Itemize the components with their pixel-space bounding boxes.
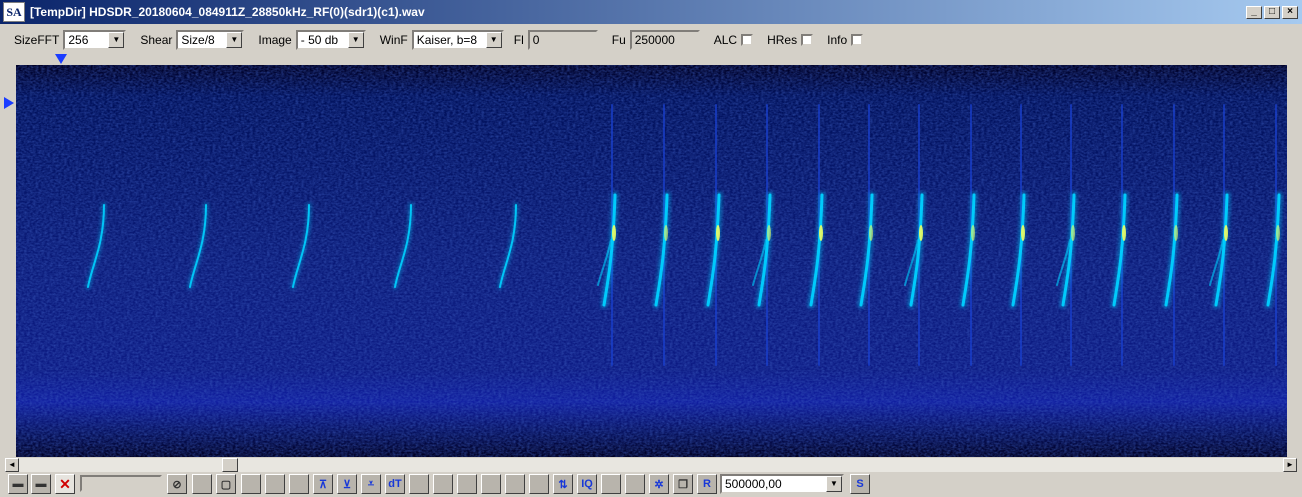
chirp-peak — [1276, 225, 1280, 241]
horizontal-scrollbar[interactable]: ◄ ► — [5, 458, 1297, 472]
chirp-peak — [919, 225, 923, 241]
chirp-peak — [664, 225, 668, 241]
square-icon[interactable]: ▢ — [216, 474, 236, 494]
arrow-down-icon[interactable]: ⊻ — [337, 474, 357, 494]
toolbar-button-11[interactable] — [601, 474, 621, 494]
toolbar-button-12[interactable] — [625, 474, 645, 494]
iq-button[interactable]: IQ — [577, 474, 597, 494]
app-icon[interactable]: SA — [3, 2, 25, 22]
info-label: Info — [827, 33, 848, 47]
frequency-marker-icon[interactable] — [55, 54, 67, 64]
alc-checkbox[interactable] — [741, 34, 754, 46]
info-checkbox[interactable] — [851, 34, 864, 46]
time-marker-icon[interactable] — [4, 97, 14, 109]
s-button[interactable]: S — [850, 474, 870, 494]
save-icon[interactable]: ▬ — [31, 474, 51, 494]
winf-select[interactable]: Kaiser, b=8 ▼ — [411, 30, 504, 50]
chirp-peak — [819, 225, 823, 241]
hres-label: HRes — [767, 33, 798, 47]
dt-button[interactable]: dT — [385, 474, 405, 494]
bottom-toolbar: ▬ ▬ ✕ ⊘ ▢ ⊼ ⊻ ⩡ dT ⇅ IQ ✲ ❐ R 500000,00 … — [0, 472, 1302, 496]
toolbar-button-5[interactable] — [409, 474, 429, 494]
image-value: - 50 db — [300, 33, 339, 47]
toolbar-button-9[interactable] — [505, 474, 525, 494]
open-icon[interactable]: ▬ — [8, 474, 28, 494]
toolbar-button-8[interactable] — [481, 474, 501, 494]
double-arrow-icon[interactable]: ⩡ — [361, 474, 381, 494]
toolbar-button-2[interactable] — [241, 474, 261, 494]
r-button[interactable]: R — [697, 474, 717, 494]
shear-select[interactable]: Size/8 ▼ — [176, 30, 245, 50]
dropdown-arrow-icon[interactable]: ▼ — [485, 32, 502, 48]
chirp-peak — [1122, 225, 1126, 241]
sizefft-label: SizeFFT — [14, 33, 60, 47]
maximize-icon[interactable]: □ — [1264, 6, 1280, 19]
chirp-peak — [1174, 225, 1178, 241]
toolbar-button-3[interactable] — [265, 474, 285, 494]
chirp-peak — [869, 225, 873, 241]
toolbar-button-6[interactable] — [433, 474, 453, 494]
chirp-peak — [767, 225, 771, 241]
gear-icon[interactable]: ✲ — [649, 474, 669, 494]
rate-value: 500000,00 — [725, 477, 782, 491]
toolbar-button-7[interactable] — [457, 474, 477, 494]
fu-field[interactable]: 250000 — [629, 30, 700, 50]
alc-label: ALC — [713, 33, 738, 47]
controls-toolbar: SizeFFT 256 ▼ Shear Size/8 ▼ Image - 50 … — [0, 26, 1302, 54]
hres-checkbox[interactable] — [801, 34, 814, 46]
window-title: [TempDir] HDSDR_20180604_084911Z_28850kH… — [30, 5, 425, 19]
toolbar-button-1[interactable] — [192, 474, 212, 494]
spectrogram-noise — [16, 65, 1287, 457]
shear-value: Size/8 — [181, 33, 215, 47]
chirp-peak — [1071, 225, 1075, 241]
scroll-thumb[interactable] — [222, 458, 238, 472]
rate-select[interactable]: 500000,00 ▼ — [720, 474, 844, 494]
winf-value: Kaiser, b=8 — [416, 33, 478, 47]
close-red-x-icon[interactable]: ✕ — [55, 474, 75, 494]
sizefft-select[interactable]: 256 ▼ — [63, 30, 127, 50]
chirp-peak — [716, 225, 720, 241]
sizefft-value: 256 — [68, 33, 89, 47]
window-buttons: _ □ × — [1246, 6, 1298, 19]
spectrogram-canvas[interactable] — [16, 65, 1287, 457]
toolbar-button-10[interactable] — [529, 474, 549, 494]
arrow-up-icon[interactable]: ⊼ — [313, 474, 333, 494]
chirp-peak — [1021, 225, 1025, 241]
shear-label: Shear — [140, 33, 173, 47]
fl-label: Fl — [513, 33, 524, 47]
image-label: Image — [258, 33, 292, 47]
fl-field[interactable]: 0 — [527, 30, 598, 50]
scroll-left-icon[interactable]: ◄ — [5, 458, 19, 472]
copy-icon[interactable]: ❐ — [673, 474, 693, 494]
dropdown-arrow-icon[interactable]: ▼ — [226, 32, 243, 48]
close-icon[interactable]: × — [1282, 6, 1298, 19]
dropdown-arrow-icon[interactable]: ▼ — [826, 476, 842, 492]
chirp-peak — [1224, 225, 1228, 241]
toolbar-button-4[interactable] — [289, 474, 309, 494]
status-field — [80, 475, 162, 492]
chirp-peak — [612, 225, 616, 241]
fu-label: Fu — [611, 33, 626, 47]
image-select[interactable]: - 50 db ▼ — [295, 30, 366, 50]
stop-icon[interactable]: ⊘ — [167, 474, 187, 494]
winf-label: WinF — [379, 33, 408, 47]
scroll-right-icon[interactable]: ► — [1283, 458, 1297, 472]
up-down-arrows-icon[interactable]: ⇅ — [553, 474, 573, 494]
chirp-peak — [971, 225, 975, 241]
title-bar: SA [TempDir] HDSDR_20180604_084911Z_2885… — [0, 0, 1302, 24]
minimize-icon[interactable]: _ — [1246, 6, 1262, 19]
dropdown-arrow-icon[interactable]: ▼ — [347, 32, 364, 48]
dropdown-arrow-icon[interactable]: ▼ — [108, 32, 125, 48]
